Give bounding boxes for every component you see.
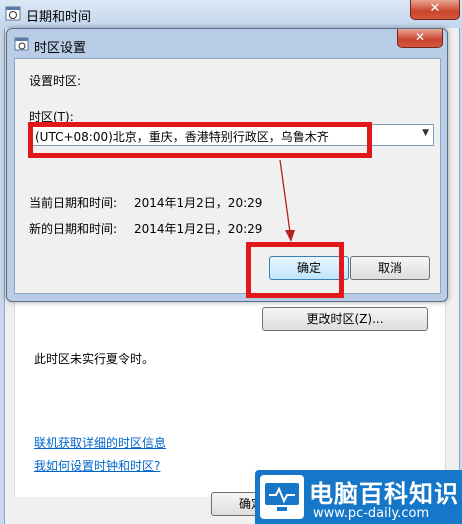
new-datetime-label: 新的日期和时间: (29, 222, 118, 236)
outer-window-title: 日期和时间 (26, 10, 92, 25)
timezone-settings-dialog: 时区设置 ✕ 设置时区: 时区(T): (UTC+08:00)北京，重庆，香港特… (6, 28, 448, 302)
cancel-button[interactable]: 取消 (350, 256, 430, 280)
set-timezone-heading: 设置时区: (29, 74, 82, 88)
outer-close-button[interactable]: ✕ (410, 0, 460, 20)
outer-window-titlebar: 日期和时间 ✕ (0, 0, 462, 28)
dst-notice: 此时区未实行夏令时。 (34, 352, 155, 366)
dialog-close-button[interactable]: ✕ (397, 29, 443, 48)
current-datetime-label: 当前日期和时间: (29, 196, 118, 210)
new-datetime-value: 2014年1月2日，20:29 (134, 222, 263, 236)
watermark-url: www.pc-daily.com (313, 506, 430, 521)
clock-calendar-icon (5, 6, 21, 21)
clock-calendar-icon (14, 37, 29, 51)
annotation-highlight-ok (246, 242, 344, 298)
monitor-logo-icon (260, 475, 304, 519)
chevron-down-icon[interactable]: ▼ (422, 128, 429, 138)
annotation-highlight-timezone (28, 122, 372, 158)
how-to-set-clock-link[interactable]: 我如何设置时钟和时区? (34, 457, 160, 474)
watermark-brand: 电脑百科知识 (309, 480, 459, 508)
watermark-badge: 电脑百科知识 www.pc-daily.com (255, 470, 462, 524)
change-timezone-button[interactable]: 更改时区(Z)... (262, 307, 428, 331)
online-timezone-info-link[interactable]: 联机获取详细的时区信息 (34, 434, 166, 451)
dialog-body: 设置时区: 时区(T): (UTC+08:00)北京，重庆，香港特别行政区，乌鲁… (14, 58, 441, 294)
current-datetime-value: 2014年1月2日，20:29 (134, 196, 263, 210)
dialog-title: 时区设置 (34, 41, 87, 56)
